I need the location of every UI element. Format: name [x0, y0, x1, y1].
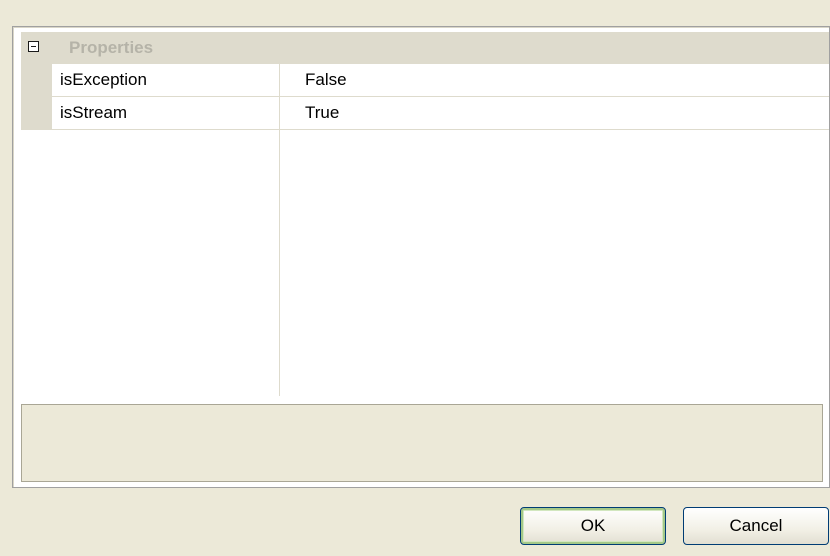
cancel-button[interactable]: Cancel [683, 507, 829, 545]
column-divider[interactable] [279, 64, 280, 396]
property-name: isException [60, 70, 147, 89]
description-panel [21, 404, 823, 482]
property-value[interactable]: False [305, 70, 347, 90]
category-row-properties[interactable]: Properties [21, 32, 829, 64]
property-grid[interactable]: Properties isException False isStream Tr… [12, 26, 830, 488]
property-row-isexception[interactable]: isException False [52, 64, 829, 97]
collapse-minus-icon[interactable] [28, 41, 39, 52]
property-value[interactable]: True [305, 103, 339, 123]
property-row-isstream[interactable]: isStream True [52, 97, 829, 130]
ok-button[interactable]: OK [520, 507, 666, 545]
category-label: Properties [69, 38, 154, 57]
property-name: isStream [60, 103, 128, 122]
row-gutter [21, 64, 52, 130]
